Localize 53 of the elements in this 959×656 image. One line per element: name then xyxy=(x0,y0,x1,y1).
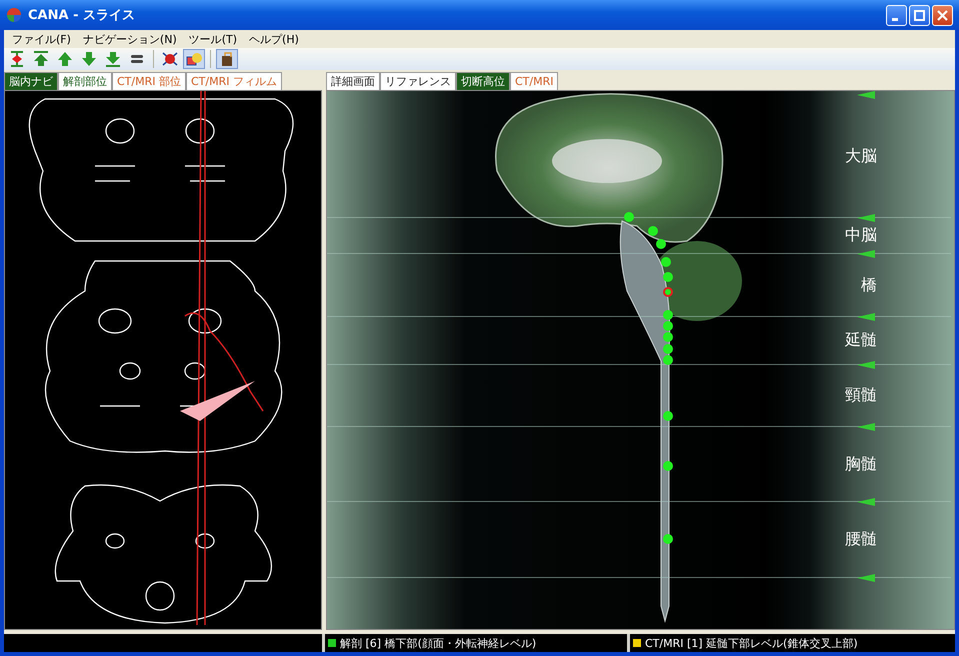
level-label: 頸髄 xyxy=(845,385,877,406)
level-arrow-icon xyxy=(857,361,875,369)
level-label: 中脳 xyxy=(845,225,877,246)
level-label: 胸髄 xyxy=(845,454,877,474)
slice-marker[interactable] xyxy=(663,534,673,544)
toolbar-button[interactable] xyxy=(216,49,238,69)
level-arrow-icon xyxy=(857,250,875,258)
status-text: 解剖 [6] 橋下部(顔面・外転神経レベル) xyxy=(340,636,536,650)
level-arrow-icon xyxy=(857,498,875,506)
toolbar-button[interactable] xyxy=(183,49,205,69)
tab[interactable]: 切断高位 xyxy=(456,72,510,90)
tab[interactable]: 解剖部位 xyxy=(58,72,112,90)
slice-marker[interactable] xyxy=(663,461,673,471)
slice-marker[interactable] xyxy=(663,411,673,421)
menu-item[interactable]: ツール(T) xyxy=(182,32,244,46)
menu-item[interactable]: ナビゲーション(N) xyxy=(76,32,183,46)
minimize-icon xyxy=(892,18,898,20)
down-arrow-icon xyxy=(80,51,98,67)
close-icon xyxy=(937,10,948,20)
bottom-arrow-icon xyxy=(104,51,122,67)
level-arrow-icon xyxy=(857,214,875,222)
slice-marker[interactable] xyxy=(663,344,673,354)
sphere-icon xyxy=(6,7,22,23)
status-text: CT/MRI [1] 延髄下部レベル(錐体交叉上部) xyxy=(645,636,858,650)
overlay-shapes-icon xyxy=(185,51,203,67)
tab[interactable]: リファレンス xyxy=(380,72,456,90)
up-arrow-icon xyxy=(56,51,74,67)
level-arrow-icon xyxy=(857,574,875,582)
window-title: CANA - スライス xyxy=(28,7,135,24)
menu-item[interactable]: ヘルプ(H) xyxy=(243,32,305,46)
tab[interactable]: CT/MRI 部位 xyxy=(112,72,186,90)
level-label: 橋 xyxy=(861,274,877,296)
target-cross-icon xyxy=(161,51,179,67)
top-arrow-icon xyxy=(32,51,50,67)
slice-marker[interactable] xyxy=(663,332,673,342)
level-arrow-icon xyxy=(857,91,875,99)
center-arrows-icon xyxy=(8,51,26,67)
maximize-icon xyxy=(914,10,925,20)
tab[interactable]: 詳細画面 xyxy=(326,72,380,90)
level-label: 延髄 xyxy=(845,330,877,351)
minimize-button[interactable] xyxy=(886,4,907,26)
maximize-button[interactable] xyxy=(909,4,930,26)
menu-item[interactable]: ファイル(F) xyxy=(6,32,77,46)
tab[interactable]: CT/MRI xyxy=(510,72,558,90)
close-button[interactable] xyxy=(932,4,953,26)
slice-marker[interactable] xyxy=(656,239,666,249)
tab[interactable]: 脳内ナビ xyxy=(4,72,58,90)
level-arrow-icon xyxy=(857,313,875,321)
level-label: 腰髄 xyxy=(845,529,877,550)
level-arrow-icon xyxy=(857,423,875,431)
slice-marker[interactable] xyxy=(663,321,673,331)
tab[interactable]: CT/MRI フィルム xyxy=(186,72,282,90)
level-label: 大脳 xyxy=(845,146,877,166)
